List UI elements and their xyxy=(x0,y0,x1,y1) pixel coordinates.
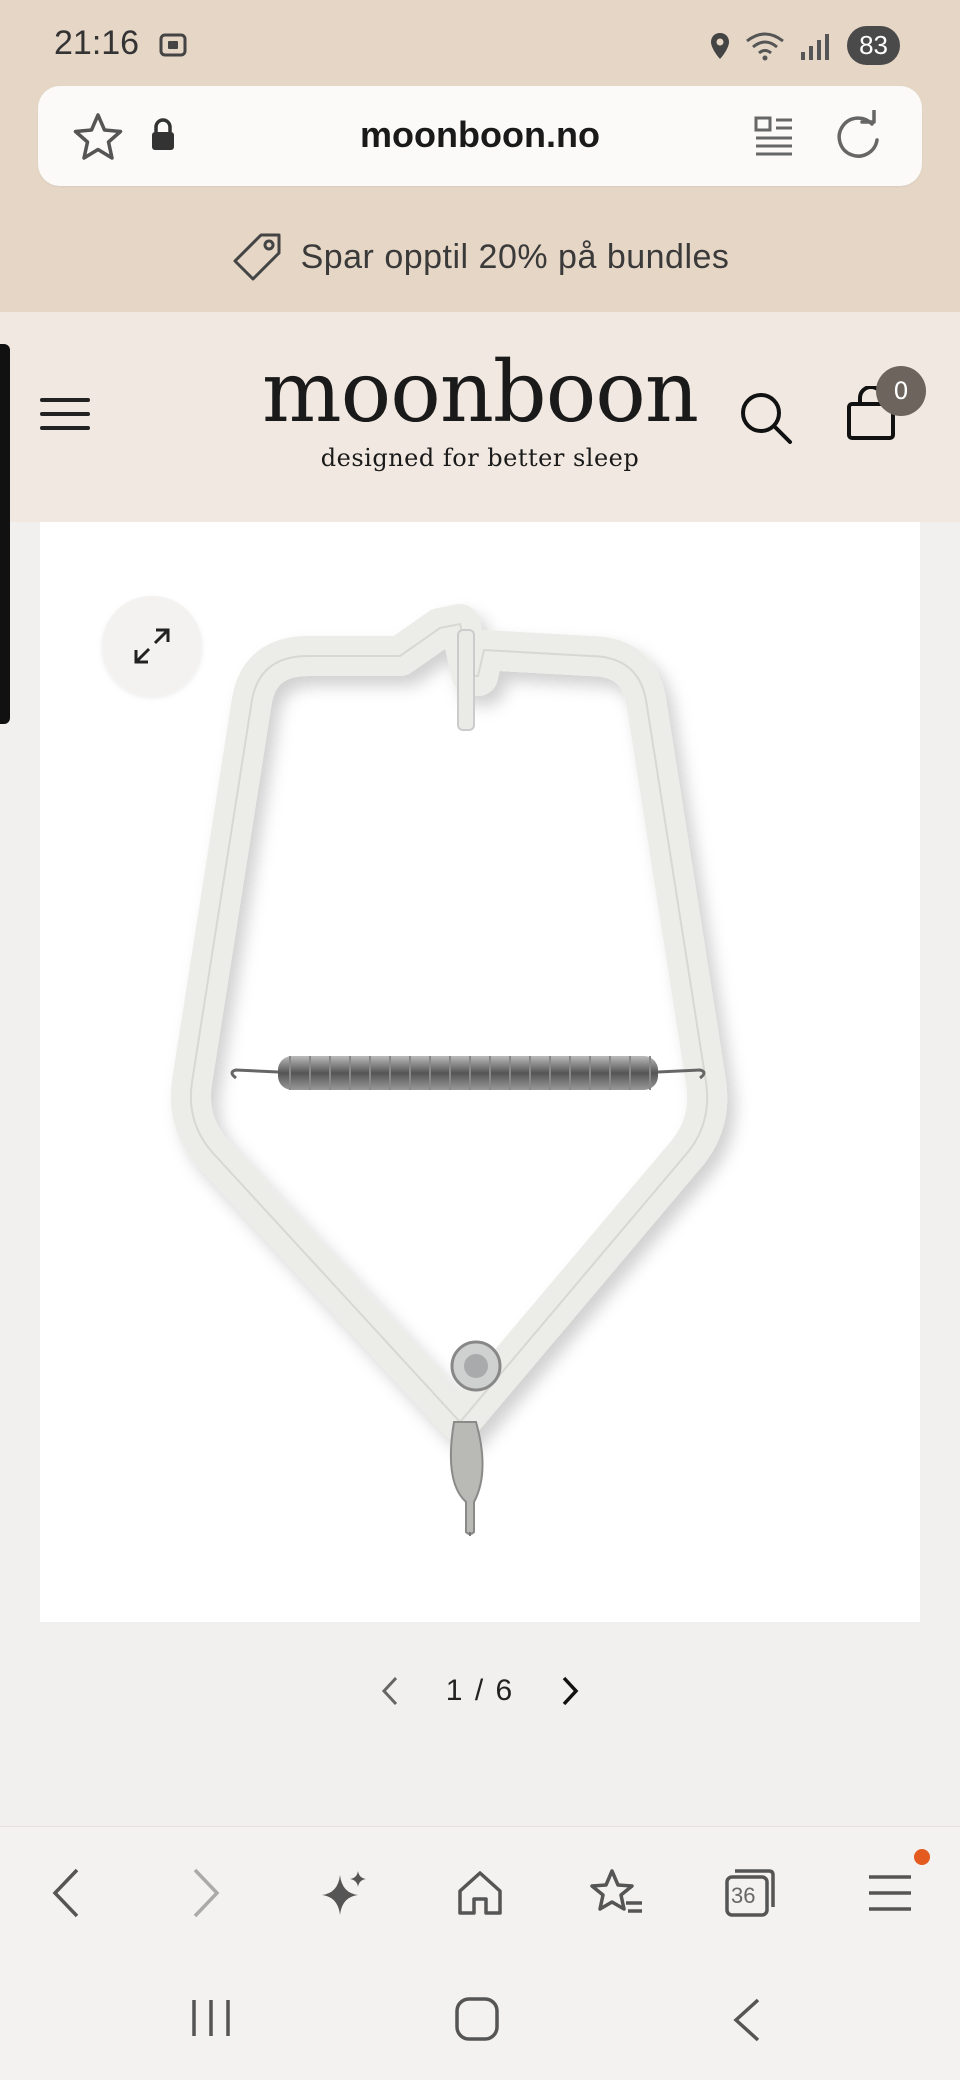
browser-bottom-toolbar: 36 xyxy=(0,1826,960,1956)
price-tag-icon xyxy=(233,233,281,281)
reload-icon[interactable] xyxy=(832,110,884,162)
address-bar[interactable]: moonboon.no xyxy=(38,86,922,186)
signal-icon xyxy=(801,33,830,60)
site-header: moonboon designed for better sleep 0 xyxy=(0,312,960,522)
pager-separator: / xyxy=(474,1674,486,1707)
menu-icon[interactable] xyxy=(40,398,90,440)
search-icon[interactable] xyxy=(738,390,794,446)
tabs-button[interactable]: 36 xyxy=(720,1863,780,1923)
next-image-button[interactable] xyxy=(558,1674,582,1708)
reader-mode-icon[interactable] xyxy=(752,114,796,158)
promo-text: Spar opptil 20% på bundles xyxy=(300,237,730,276)
location-icon xyxy=(711,32,730,59)
promo-banner[interactable]: Spar opptil 20% på bundles xyxy=(0,220,960,294)
pager-count: 1 / 6 xyxy=(446,1674,514,1708)
forward-arrow-icon xyxy=(193,1868,220,1918)
ai-assist-button[interactable] xyxy=(314,1863,374,1923)
recent-apps-icon[interactable] xyxy=(186,1996,236,2040)
product-image[interactable] xyxy=(40,522,920,1622)
browser-menu-button[interactable] xyxy=(860,1863,920,1923)
expand-arrows-icon xyxy=(134,628,170,664)
logo-wordmark: moonboon xyxy=(262,343,699,441)
bookmarks-star-list-icon xyxy=(590,1869,642,1913)
fullscreen-button[interactable] xyxy=(102,596,202,696)
tab-count: 36 xyxy=(731,1883,756,1908)
browser-chrome: 21:16 83 moonboon.no Spar opptil 20% på … xyxy=(0,0,960,312)
pager-current: 1 xyxy=(445,1674,465,1707)
system-nav-bar xyxy=(0,1956,960,2080)
logo-tagline: designed for better sleep xyxy=(320,444,640,472)
back-nav-icon[interactable] xyxy=(730,1996,764,2044)
home-nav-icon[interactable] xyxy=(454,1996,500,2042)
back-button[interactable] xyxy=(36,1863,96,1923)
status-time: 21:16 xyxy=(54,24,140,62)
site-logo[interactable]: moonboon designed for better sleep xyxy=(250,350,710,472)
home-button[interactable] xyxy=(450,1863,510,1923)
wifi-icon xyxy=(746,32,784,60)
status-bar: 21:16 83 xyxy=(0,0,960,86)
bookmarks-button[interactable] xyxy=(586,1863,646,1923)
pager-total: 6 xyxy=(495,1674,515,1707)
image-pager: 1 / 6 xyxy=(0,1666,960,1716)
forward-button[interactable] xyxy=(176,1863,236,1923)
home-icon xyxy=(458,1871,502,1915)
notification-dot xyxy=(914,1849,930,1865)
screenshot-icon xyxy=(159,33,187,57)
menu-lines-icon xyxy=(869,1875,911,1911)
battery-level: 83 xyxy=(847,26,900,65)
prev-image-button[interactable] xyxy=(378,1674,402,1708)
sparkle-icon xyxy=(322,1871,366,1915)
back-arrow-icon xyxy=(52,1868,79,1918)
edge-panel-handle[interactable] xyxy=(0,344,10,724)
cart-count-badge[interactable]: 0 xyxy=(876,366,926,416)
